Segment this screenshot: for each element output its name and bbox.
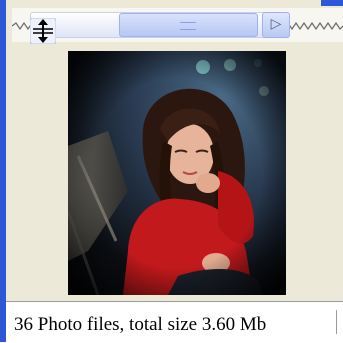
scroll-right-arrow-button[interactable]: ▷ (262, 12, 290, 38)
selected-thumbnail-edge[interactable] (321, 0, 343, 6)
thumbnail-strip-edge (8, 0, 343, 8)
photo-thumbnail (68, 51, 286, 295)
photo-preview[interactable] (68, 51, 286, 295)
status-text: 36 Photo files, total size 3.60 Mb (14, 314, 267, 335)
scrollbar-thumb[interactable] (119, 13, 258, 37)
status-bar: 36 Photo files, total size 3.60 Mb (6, 301, 343, 343)
scrollbar-grip-icon (180, 22, 196, 30)
zoom-scroll-area: ▷ (12, 8, 343, 44)
status-divider (336, 310, 340, 334)
arrow-right-icon: ▷ (270, 16, 282, 32)
horizontal-scrollbar-track[interactable] (30, 12, 282, 38)
vertical-resize-icon[interactable] (30, 18, 56, 44)
